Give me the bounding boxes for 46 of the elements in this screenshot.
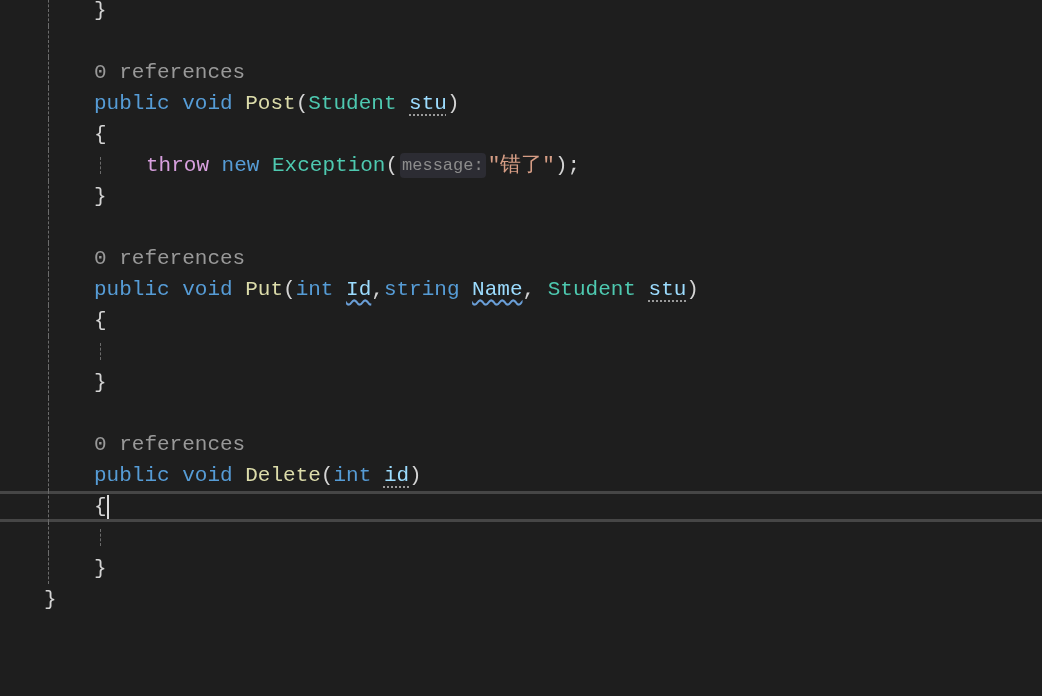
- codelens-text: 0 references: [94, 431, 246, 458]
- keyword-token: public: [94, 276, 170, 303]
- parameter-name: Id: [346, 276, 372, 303]
- punctuation: }: [94, 555, 107, 582]
- keyword-token: int: [295, 276, 334, 303]
- parameter-hint: message:: [400, 152, 486, 179]
- parameter-name: stu: [648, 276, 687, 303]
- punctuation: (: [283, 276, 296, 303]
- codelens-text: 0 references: [94, 245, 246, 272]
- punctuation: ): [409, 462, 422, 489]
- type-name: Student: [547, 276, 636, 303]
- punctuation: }: [94, 0, 107, 24]
- parameter-name: id: [383, 462, 410, 489]
- keyword-token: void: [182, 90, 233, 117]
- keyword-token: throw: [146, 152, 209, 179]
- method-name: Post: [245, 90, 296, 117]
- string-literal: "错了": [487, 152, 555, 179]
- type-name: Exception: [272, 152, 386, 179]
- parameter-name: stu: [409, 90, 447, 117]
- punctuation: (: [295, 90, 309, 117]
- parameter-name: Name: [472, 276, 523, 303]
- punctuation: (: [385, 152, 399, 179]
- punctuation: }: [94, 183, 107, 210]
- keyword-token: string: [383, 276, 460, 303]
- text-cursor: [106, 494, 109, 519]
- keyword-token: void: [182, 462, 233, 489]
- keyword-token: public: [94, 90, 170, 117]
- type-name: Student: [308, 90, 397, 117]
- codelens-text: 0 references: [94, 59, 246, 86]
- punctuation: ): [686, 276, 699, 303]
- punctuation: ,: [522, 276, 536, 303]
- punctuation: {: [94, 307, 107, 334]
- punctuation: }: [94, 369, 107, 396]
- punctuation: ,: [371, 276, 384, 303]
- keyword-token: void: [182, 276, 233, 303]
- punctuation: ): [446, 90, 460, 117]
- punctuation: {: [94, 493, 107, 520]
- punctuation: }: [44, 586, 57, 613]
- punctuation: {: [94, 121, 107, 148]
- method-name: Delete: [245, 462, 321, 489]
- keyword-token: new: [221, 152, 260, 179]
- keyword-token: int: [333, 462, 372, 489]
- punctuation: (: [320, 462, 334, 489]
- punctuation: );: [554, 152, 581, 179]
- method-name: Put: [245, 276, 284, 303]
- keyword-token: public: [94, 462, 170, 489]
